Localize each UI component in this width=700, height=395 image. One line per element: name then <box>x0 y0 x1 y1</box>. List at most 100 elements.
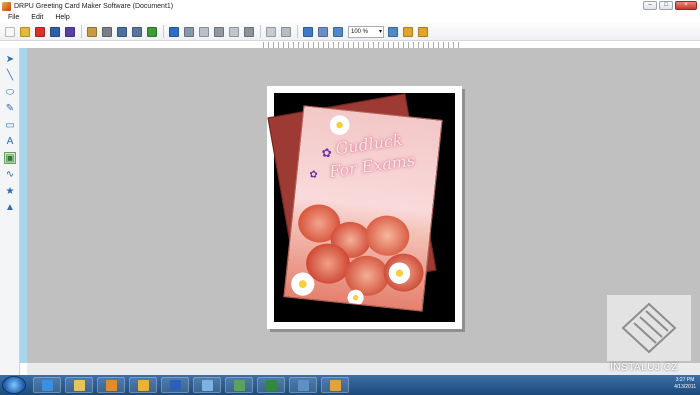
maximize-button[interactable]: □ <box>659 1 673 10</box>
clock-time: 3:27 PM <box>675 377 695 383</box>
taskbar-pictures-button[interactable] <box>289 377 317 393</box>
undo-button[interactable] <box>167 25 181 39</box>
close-icon <box>35 26 45 37</box>
rectangle-icon[interactable]: ▭ <box>4 119 16 131</box>
star-icon[interactable]: ★ <box>4 185 16 197</box>
explorer-icon <box>73 379 85 391</box>
media-player-icon <box>105 379 117 391</box>
word-icon <box>169 379 181 391</box>
start-button[interactable] <box>2 376 26 394</box>
delete-button[interactable] <box>242 25 256 39</box>
menu-file[interactable]: File <box>8 14 19 21</box>
picture-icon[interactable]: ▣ <box>4 152 16 164</box>
triangle-icon[interactable]: ▲ <box>4 202 16 214</box>
greeting-card-app-icon <box>233 379 245 391</box>
image-button[interactable] <box>145 25 159 39</box>
delete-icon <box>244 26 254 37</box>
menu-edit[interactable]: Edit <box>31 14 43 21</box>
paste-icon <box>229 26 239 37</box>
lock-button[interactable] <box>401 25 415 39</box>
bring-front-icon <box>266 26 276 37</box>
minimize-button[interactable]: – <box>643 1 657 10</box>
violet-flower-icon: ✿ <box>308 169 319 182</box>
toolbar-separator <box>81 25 82 38</box>
properties-button[interactable] <box>85 25 99 39</box>
watermark-logo <box>607 295 691 361</box>
save-as-icon <box>65 26 75 37</box>
save-button[interactable] <box>48 25 62 39</box>
taskbar-greeting-card-app-button[interactable] <box>225 377 253 393</box>
export-button[interactable] <box>130 25 144 39</box>
pencil-icon[interactable]: ✎ <box>4 103 16 115</box>
redo-button[interactable] <box>182 25 196 39</box>
taskbar-explorer-button[interactable] <box>65 377 93 393</box>
line-icon[interactable]: ╲ <box>4 70 16 82</box>
drawing-tools-panel: ➤ ╲ ⬭ ✎ ▭ A ▣ ∿ ★ ▲ <box>0 48 20 375</box>
print-button[interactable] <box>100 25 114 39</box>
zoom-in-button[interactable] <box>331 25 345 39</box>
taskbar-excel-button[interactable] <box>257 377 285 393</box>
undo-icon <box>169 26 179 37</box>
taskbar-card-maker-button[interactable] <box>321 377 349 393</box>
properties-icon <box>87 26 97 37</box>
card-page[interactable]: Gudluck For Exams ✿ ✿ <box>267 86 462 329</box>
taskbar-paint-button[interactable] <box>193 377 221 393</box>
send-back-button[interactable] <box>279 25 293 39</box>
curve-icon[interactable]: ∿ <box>4 169 16 181</box>
save-as-button[interactable] <box>63 25 77 39</box>
menu-bar: File Edit Help <box>0 12 700 23</box>
taskbar-word-button[interactable] <box>161 377 189 393</box>
grid-icon <box>303 26 313 37</box>
card-front-image[interactable]: Gudluck For Exams ✿ ✿ <box>283 105 443 312</box>
grid-button[interactable] <box>301 25 315 39</box>
pictures-icon <box>297 379 309 391</box>
bring-front-button[interactable] <box>264 25 278 39</box>
zoom-in-icon <box>333 26 343 37</box>
print-icon <box>102 26 112 37</box>
ellipse-icon[interactable]: ⬭ <box>4 86 16 98</box>
lock-icon <box>403 26 413 37</box>
title-bar: DRPU Greeting Card Maker Software (Docum… <box>0 0 700 12</box>
open-button[interactable] <box>18 25 32 39</box>
cut-button[interactable] <box>212 25 226 39</box>
watermark-text: INSTALUJ.CZ <box>610 362 679 373</box>
page-setup-button[interactable] <box>115 25 129 39</box>
window-controls: – □ × <box>643 1 697 10</box>
text-icon[interactable]: A <box>4 136 16 148</box>
zoom-select[interactable]: 100 % <box>348 25 384 38</box>
copy-button[interactable] <box>197 25 211 39</box>
close-window-button[interactable]: × <box>675 1 697 10</box>
unlock-button[interactable] <box>416 25 430 39</box>
vertical-ruler <box>20 48 27 363</box>
rose-flower-icon <box>363 213 412 258</box>
watermark-emblem-icon <box>621 302 677 354</box>
taskbar-outlook-button[interactable] <box>129 377 157 393</box>
menu-help[interactable]: Help <box>55 14 69 21</box>
card-maker-icon <box>329 379 341 391</box>
clock-date: 4/13/2011 <box>674 384 696 390</box>
toolbar-separator <box>163 25 164 38</box>
main-toolbar: 100 % <box>0 23 700 41</box>
toolbar-separator <box>297 25 298 38</box>
horizontal-scrollbar[interactable] <box>27 363 700 375</box>
toolbar-separator <box>260 25 261 38</box>
pointer-icon[interactable]: ➤ <box>4 53 16 65</box>
close-button[interactable] <box>33 25 47 39</box>
pattern-button[interactable] <box>316 25 330 39</box>
daisy-flower-icon <box>327 113 352 138</box>
violet-flower-icon: ✿ <box>320 145 333 161</box>
taskbar-media-player-button[interactable] <box>97 377 125 393</box>
window-title: DRPU Greeting Card Maker Software (Docum… <box>14 2 174 10</box>
system-tray-clock[interactable]: 3:27 PM 4/13/2011 <box>674 377 696 391</box>
paste-button[interactable] <box>227 25 241 39</box>
export-icon <box>132 26 142 37</box>
save-icon <box>50 26 60 37</box>
page-setup-icon <box>117 26 127 37</box>
zoom-out-button[interactable] <box>386 25 400 39</box>
new-button[interactable] <box>3 25 17 39</box>
send-back-icon <box>281 26 291 37</box>
cut-icon <box>214 26 224 37</box>
redo-icon <box>184 26 194 37</box>
taskbar-ie-button[interactable] <box>33 377 61 393</box>
open-icon <box>20 26 30 37</box>
